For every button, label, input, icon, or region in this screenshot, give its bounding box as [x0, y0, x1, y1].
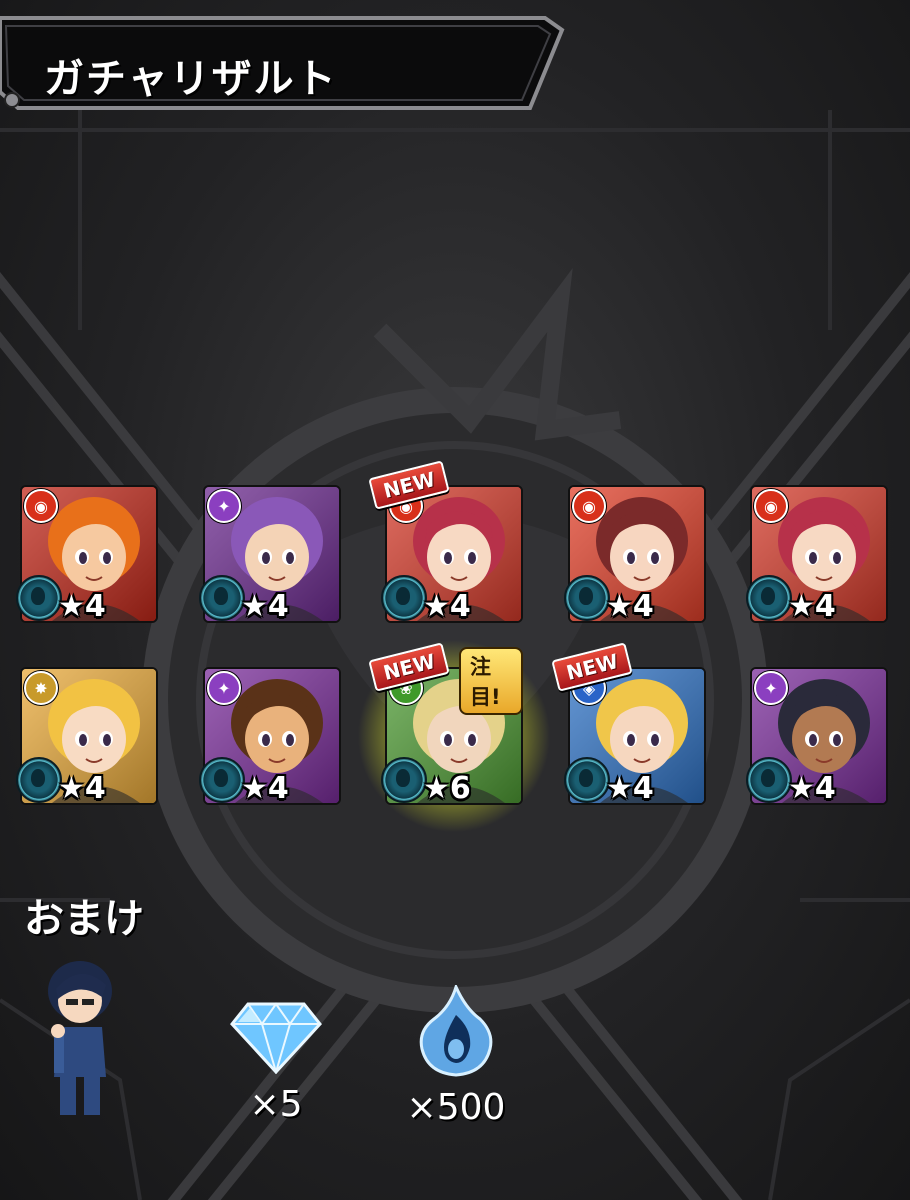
rarity-stars: ★4 [241, 589, 289, 624]
rarity-stars: ★4 [788, 771, 836, 806]
dark-element-icon: ✦ [207, 489, 241, 523]
dark-element-icon: ✦ [754, 671, 788, 705]
page-title: ガチャリザルト [44, 56, 338, 102]
rarity-stars: ★4 [788, 589, 836, 624]
result-card[interactable]: ◉ ★4 [746, 485, 888, 624]
rarity-stars: ★4 [241, 771, 289, 806]
result-card[interactable]: ◉ ★4 [564, 485, 706, 624]
ability-orb-icon [564, 757, 610, 803]
gem-quantity: ×5 [249, 1084, 303, 1125]
fire-element-icon: ◉ [24, 489, 58, 523]
rarity-stars: ★4 [58, 771, 106, 806]
bonus-item-soul: ×500 [396, 982, 516, 1128]
result-card[interactable]: ◉ ★4 NEW [368, 460, 523, 624]
ability-orb-icon [16, 757, 62, 803]
ability-orb-icon [199, 575, 245, 621]
ability-orb-icon [746, 757, 792, 803]
rarity-stars: ★4 [58, 589, 106, 624]
light-element-icon: ✸ [24, 671, 58, 705]
ability-orb-icon [199, 757, 245, 803]
dark-element-icon: ✦ [207, 671, 241, 705]
rarity-stars: ★4 [423, 589, 471, 624]
result-card[interactable]: ✦ ★4 [199, 667, 341, 806]
soul-quantity: ×500 [406, 1087, 506, 1128]
result-card[interactable]: ✸ ★4 [16, 667, 158, 806]
ability-orb-icon [564, 575, 610, 621]
ability-orb-icon [381, 757, 427, 803]
fire-element-icon: ◉ [572, 489, 606, 523]
title-banner: ガチャリザルト [0, 12, 565, 114]
rarity-stars: ★4 [606, 589, 654, 624]
ability-orb-icon [16, 575, 62, 621]
soul-flame-icon [419, 982, 493, 1077]
result-card[interactable]: ✦ ★4 [199, 485, 341, 624]
result-card[interactable]: ◉ ★4 [16, 485, 158, 624]
bonus-label: おまけ [24, 896, 144, 942]
result-card[interactable]: ◈ ★4 NEW [551, 642, 706, 806]
result-card[interactable]: ✦ ★4 [746, 667, 888, 806]
featured-badge: 注目! [459, 647, 523, 715]
fire-element-icon: ◉ [754, 489, 788, 523]
gacha-results-grid: ◉ ★4 ✦ ★4 ◉ ★4 NEW ◉ ★4 ◉ ★4 ✸ ★4 ✦ ★4 ❀ ★6 NEW 注目! ◈ ★4 NEW ✦… [16, 460, 890, 833]
bonus-character-icon [48, 961, 112, 1115]
orb-gem-icon [230, 1002, 322, 1076]
ability-orb-icon [381, 575, 427, 621]
bonus-item-gem: ×5 [226, 1000, 326, 1125]
rarity-stars: ★4 [606, 771, 654, 806]
result-card[interactable]: ❀ ★6 NEW 注目! [357, 639, 551, 833]
ability-orb-icon [746, 575, 792, 621]
rarity-stars: ★6 [423, 771, 471, 806]
